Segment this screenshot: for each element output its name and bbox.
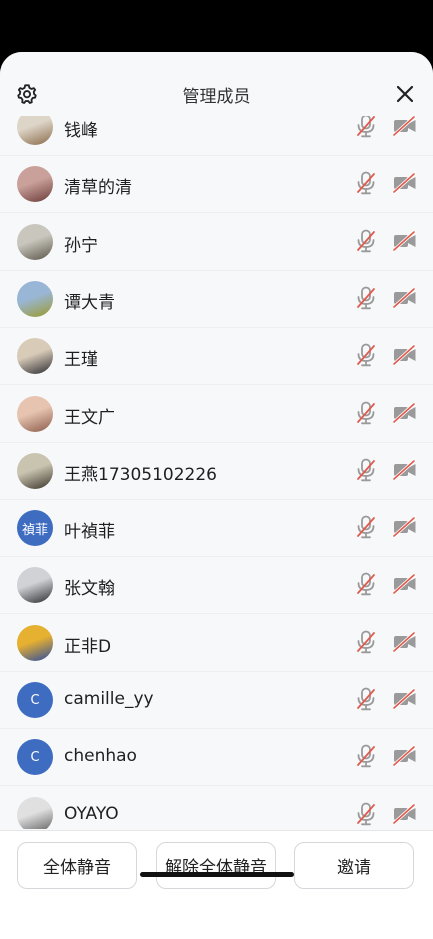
avatar-initials: C [30, 749, 40, 765]
avatar [17, 166, 53, 203]
member-name: 王文广 [64, 407, 115, 428]
mic-off-icon[interactable] [355, 802, 377, 826]
member-name: 孙宁 [64, 235, 98, 256]
member-row[interactable]: Ccamille_yy [0, 671, 433, 729]
avatar [17, 395, 53, 432]
close-icon[interactable] [395, 84, 415, 104]
member-name: 叶禎菲 [64, 522, 115, 543]
invite-button[interactable]: 邀请 [294, 842, 414, 889]
member-row[interactable]: 正非D [0, 614, 433, 672]
member-row[interactable]: Cchenhao [0, 728, 433, 787]
avatar [17, 338, 53, 375]
member-row[interactable]: 张文翰 [0, 556, 433, 615]
mic-off-icon[interactable] [355, 171, 377, 195]
camera-off-icon[interactable] [393, 573, 417, 595]
member-row[interactable]: 王文广 [0, 385, 433, 443]
camera-off-icon[interactable] [393, 802, 417, 825]
member-name: 王瑾 [64, 350, 98, 371]
member-name: 张文翰 [64, 579, 115, 600]
avatar: 禎菲 [17, 510, 53, 547]
avatar-initials: 禎菲 [21, 522, 48, 538]
camera-off-icon[interactable] [393, 344, 417, 366]
manage-members-sheet: 管理成员 钱峰清草的清孙宁谭大青王瑾王文广王燕17305102226 禎菲 叶禎菲张… [0, 52, 433, 939]
mic-off-icon[interactable] [355, 744, 377, 768]
member-row[interactable]: OYAYO [0, 786, 433, 829]
camera-off-icon[interactable] [393, 631, 417, 653]
member-name: 清草的清 [64, 178, 132, 199]
camera-off-icon[interactable] [393, 229, 417, 252]
camera-off-icon[interactable] [393, 116, 417, 137]
member-name: chenhao [64, 746, 137, 767]
member-name: 正非D [64, 636, 112, 657]
camera-off-icon[interactable] [393, 401, 417, 424]
mute-all-button[interactable]: 全体静音 [17, 842, 137, 889]
page-title: 管理成员 [182, 87, 251, 107]
avatar [17, 452, 53, 489]
avatar [17, 624, 53, 661]
member-row[interactable]: 禎菲 叶禎菲 [0, 499, 433, 558]
home-indicator [140, 872, 294, 877]
action-footer: 全体静音 解除全体静音 邀请 [0, 830, 433, 939]
unmute-all-button[interactable]: 解除全体静音 [156, 842, 276, 889]
mic-off-icon[interactable] [355, 229, 377, 253]
member-name: 谭大青 [64, 292, 115, 313]
member-row[interactable]: 清草的清 [0, 155, 433, 214]
mic-off-icon[interactable] [355, 515, 377, 539]
avatar-initials: C [30, 692, 40, 708]
avatar: C [17, 682, 53, 718]
mic-off-icon[interactable] [355, 343, 377, 367]
mic-off-icon[interactable] [355, 458, 377, 482]
avatar [17, 280, 53, 317]
mic-off-icon[interactable] [355, 116, 377, 138]
avatar [17, 223, 53, 260]
camera-off-icon[interactable] [393, 516, 417, 538]
member-row[interactable]: 王燕17305102226 [0, 442, 433, 500]
avatar [17, 567, 53, 604]
camera-off-icon[interactable] [393, 688, 417, 710]
camera-off-icon[interactable] [393, 745, 417, 767]
mic-off-icon[interactable] [355, 630, 377, 654]
member-row[interactable]: 钱峰 [0, 116, 433, 156]
member-row[interactable]: 谭大青 [0, 270, 433, 328]
camera-off-icon[interactable] [393, 459, 417, 481]
camera-off-icon[interactable] [393, 172, 417, 194]
mic-off-icon[interactable] [355, 286, 377, 310]
member-row[interactable]: 王瑾 [0, 327, 433, 386]
mic-off-icon[interactable] [355, 401, 377, 425]
camera-off-icon[interactable] [393, 287, 417, 309]
member-name: camille_yy [64, 689, 154, 709]
avatar [17, 116, 53, 145]
member-list[interactable]: 钱峰清草的清孙宁谭大青王瑾王文广王燕17305102226 禎菲 叶禎菲张文翰正非D… [0, 116, 433, 829]
member-row[interactable]: 孙宁 [0, 213, 433, 271]
avatar [17, 796, 53, 829]
member-name: 钱峰 [64, 121, 98, 141]
sheet-header: 管理成员 [0, 52, 433, 116]
mic-off-icon[interactable] [355, 687, 377, 711]
mic-off-icon[interactable] [355, 572, 377, 596]
member-name: OYAYO [64, 803, 119, 824]
member-name: 王燕17305102226 [64, 464, 217, 485]
avatar: C [17, 739, 53, 776]
